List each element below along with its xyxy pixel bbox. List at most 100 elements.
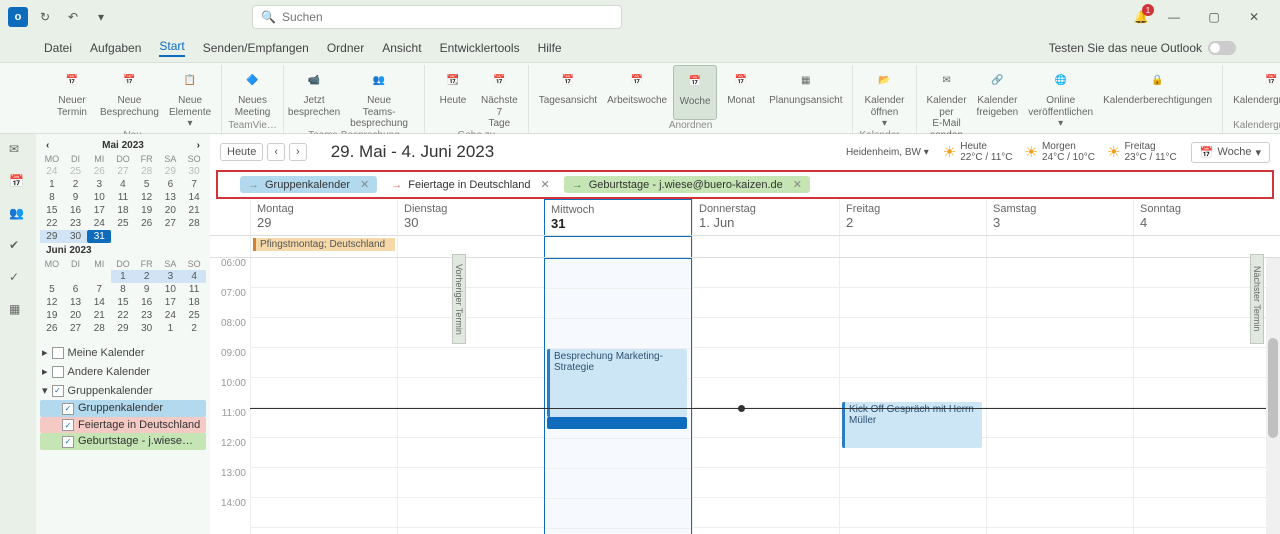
- cal-day[interactable]: 27: [111, 165, 135, 178]
- cal-day[interactable]: [159, 230, 183, 243]
- next-month[interactable]: ›: [197, 140, 200, 151]
- cal-day[interactable]: 9: [64, 191, 88, 204]
- othergrp[interactable]: ▸ Andere Kalender: [40, 362, 206, 381]
- cal-day[interactable]: 25: [111, 217, 135, 230]
- minimize-button[interactable]: ―: [1156, 2, 1192, 32]
- calendar-icon[interactable]: 📅: [9, 174, 27, 192]
- cal-day[interactable]: 7: [182, 178, 206, 191]
- ribbon-btn[interactable]: 📅Tagesansicht: [535, 65, 601, 120]
- cal-day[interactable]: [64, 270, 88, 283]
- cal-day[interactable]: 15: [40, 204, 64, 217]
- todo-icon[interactable]: ✓: [9, 270, 27, 288]
- close-icon[interactable]: ✕: [360, 178, 369, 191]
- more-icon[interactable]: ▦: [9, 302, 27, 320]
- ribbon-btn[interactable]: 📋NeueElemente▾: [165, 65, 215, 130]
- ribbon-btn[interactable]: 📅NeuerTermin: [50, 65, 94, 130]
- cal-day[interactable]: 8: [40, 191, 64, 204]
- menu-ordner[interactable]: Ordner: [327, 41, 364, 55]
- cal-day[interactable]: 10: [159, 283, 183, 296]
- cal-tab[interactable]: →Geburtstage - j.wiese@buero-kaizen.de✕: [564, 176, 810, 193]
- cal-day[interactable]: 3: [159, 270, 183, 283]
- cal-day[interactable]: 13: [64, 296, 88, 309]
- cal-day[interactable]: 16: [135, 296, 159, 309]
- cal-day[interactable]: [40, 270, 64, 283]
- ribbon-btn[interactable]: 🌐Onlineveröffentlichen▾: [1024, 65, 1097, 141]
- location[interactable]: Heidenheim, BW ▾: [846, 147, 929, 158]
- cal-day[interactable]: 12: [135, 191, 159, 204]
- cal-item[interactable]: Feiertage in Deutschland: [40, 417, 206, 434]
- cal-day[interactable]: 24: [40, 165, 64, 178]
- maximize-button[interactable]: ▢: [1196, 2, 1232, 32]
- cal-day[interactable]: 21: [87, 309, 111, 322]
- cal-day[interactable]: 5: [135, 178, 159, 191]
- cal-day[interactable]: 17: [159, 296, 183, 309]
- menu-dev[interactable]: Entwicklertools: [440, 41, 520, 55]
- day-column[interactable]: [692, 258, 839, 534]
- close-icon[interactable]: ✕: [541, 178, 550, 191]
- cal-day[interactable]: 6: [159, 178, 183, 191]
- ribbon-btn[interactable]: 📹Jetztbesprechen: [290, 65, 338, 130]
- cal-day[interactable]: 17: [87, 204, 111, 217]
- ribbon-btn[interactable]: 📅NeueBesprechung: [96, 65, 163, 130]
- cal-day[interactable]: 2: [182, 322, 206, 335]
- people-icon[interactable]: 👥: [9, 206, 27, 224]
- today-button[interactable]: Heute: [220, 143, 263, 161]
- prev-appt[interactable]: Vorheriger Termin: [452, 254, 466, 344]
- scrollbar[interactable]: [1266, 258, 1280, 534]
- menu-start[interactable]: Start: [159, 39, 184, 57]
- view-selector[interactable]: 📅 Woche ▾: [1191, 142, 1270, 163]
- ribbon-btn[interactable]: ✉KalenderperE-Mailsenden: [923, 65, 971, 141]
- ribbon-btn[interactable]: 📅Nächste7Tage: [477, 65, 522, 130]
- cal-day[interactable]: 6: [64, 283, 88, 296]
- cal-day[interactable]: 2: [135, 270, 159, 283]
- cal-day[interactable]: 26: [40, 322, 64, 335]
- ribbon-btn[interactable]: 📅Arbeitswoche: [603, 65, 671, 120]
- cal-day[interactable]: 7: [87, 283, 111, 296]
- ribbon-btn[interactable]: 📅Woche: [673, 65, 717, 120]
- menu-ansicht[interactable]: Ansicht: [382, 41, 421, 55]
- cal-day[interactable]: 15: [111, 296, 135, 309]
- cal-day[interactable]: 4: [182, 270, 206, 283]
- cal-day[interactable]: 18: [182, 296, 206, 309]
- cal-day[interactable]: 25: [64, 165, 88, 178]
- day-column[interactable]: [397, 258, 544, 534]
- cal-day[interactable]: 30: [182, 165, 206, 178]
- cal-day[interactable]: 28: [182, 217, 206, 230]
- cal-day[interactable]: [111, 230, 135, 243]
- sync-icon[interactable]: ↻: [34, 6, 56, 28]
- cal-day[interactable]: 18: [111, 204, 135, 217]
- cal-day[interactable]: 16: [64, 204, 88, 217]
- tasks-icon[interactable]: ✔: [9, 238, 27, 256]
- cal-day[interactable]: 27: [159, 217, 183, 230]
- cal-day[interactable]: 26: [87, 165, 111, 178]
- cal-day[interactable]: 11: [111, 191, 135, 204]
- cal-day[interactable]: 14: [182, 191, 206, 204]
- groupgrp[interactable]: ▾ Gruppenkalender: [40, 381, 206, 400]
- cal-day[interactable]: 26: [135, 217, 159, 230]
- cal-day[interactable]: 31: [87, 230, 111, 243]
- cal-day[interactable]: 20: [159, 204, 183, 217]
- cal-day[interactable]: 29: [40, 230, 64, 243]
- menu-hilfe[interactable]: Hilfe: [538, 41, 562, 55]
- cal-day[interactable]: 24: [159, 309, 183, 322]
- cal-tab[interactable]: →Gruppenkalender✕: [240, 176, 377, 193]
- cal-day[interactable]: 30: [135, 322, 159, 335]
- close-icon[interactable]: ✕: [793, 178, 802, 191]
- cal-day[interactable]: 10: [87, 191, 111, 204]
- ribbon-btn[interactable]: 🔗Kalenderfreigeben: [973, 65, 1023, 141]
- cal-day[interactable]: 29: [159, 165, 183, 178]
- cal-day[interactable]: 5: [40, 283, 64, 296]
- ribbon-btn[interactable]: 📅Kalendergruppen: [1229, 65, 1280, 120]
- mygrp[interactable]: ▸ Meine Kalender: [40, 343, 206, 362]
- cal-day[interactable]: 9: [135, 283, 159, 296]
- cal-item[interactable]: Geburtstage - j.wiese@buero-k…: [40, 433, 206, 450]
- cal-day[interactable]: 19: [135, 204, 159, 217]
- cal-day[interactable]: 21: [182, 204, 206, 217]
- cal-day[interactable]: 29: [111, 322, 135, 335]
- next-button[interactable]: ›: [289, 143, 307, 161]
- next-appt[interactable]: Nächster Termin: [1250, 254, 1264, 344]
- allday-event[interactable]: Pfingstmontag; Deutschland: [253, 238, 395, 251]
- ribbon-btn[interactable]: 👥NeueTeams-besprechung: [340, 65, 418, 130]
- cal-day[interactable]: 30: [64, 230, 88, 243]
- prev-month[interactable]: ‹: [46, 140, 49, 151]
